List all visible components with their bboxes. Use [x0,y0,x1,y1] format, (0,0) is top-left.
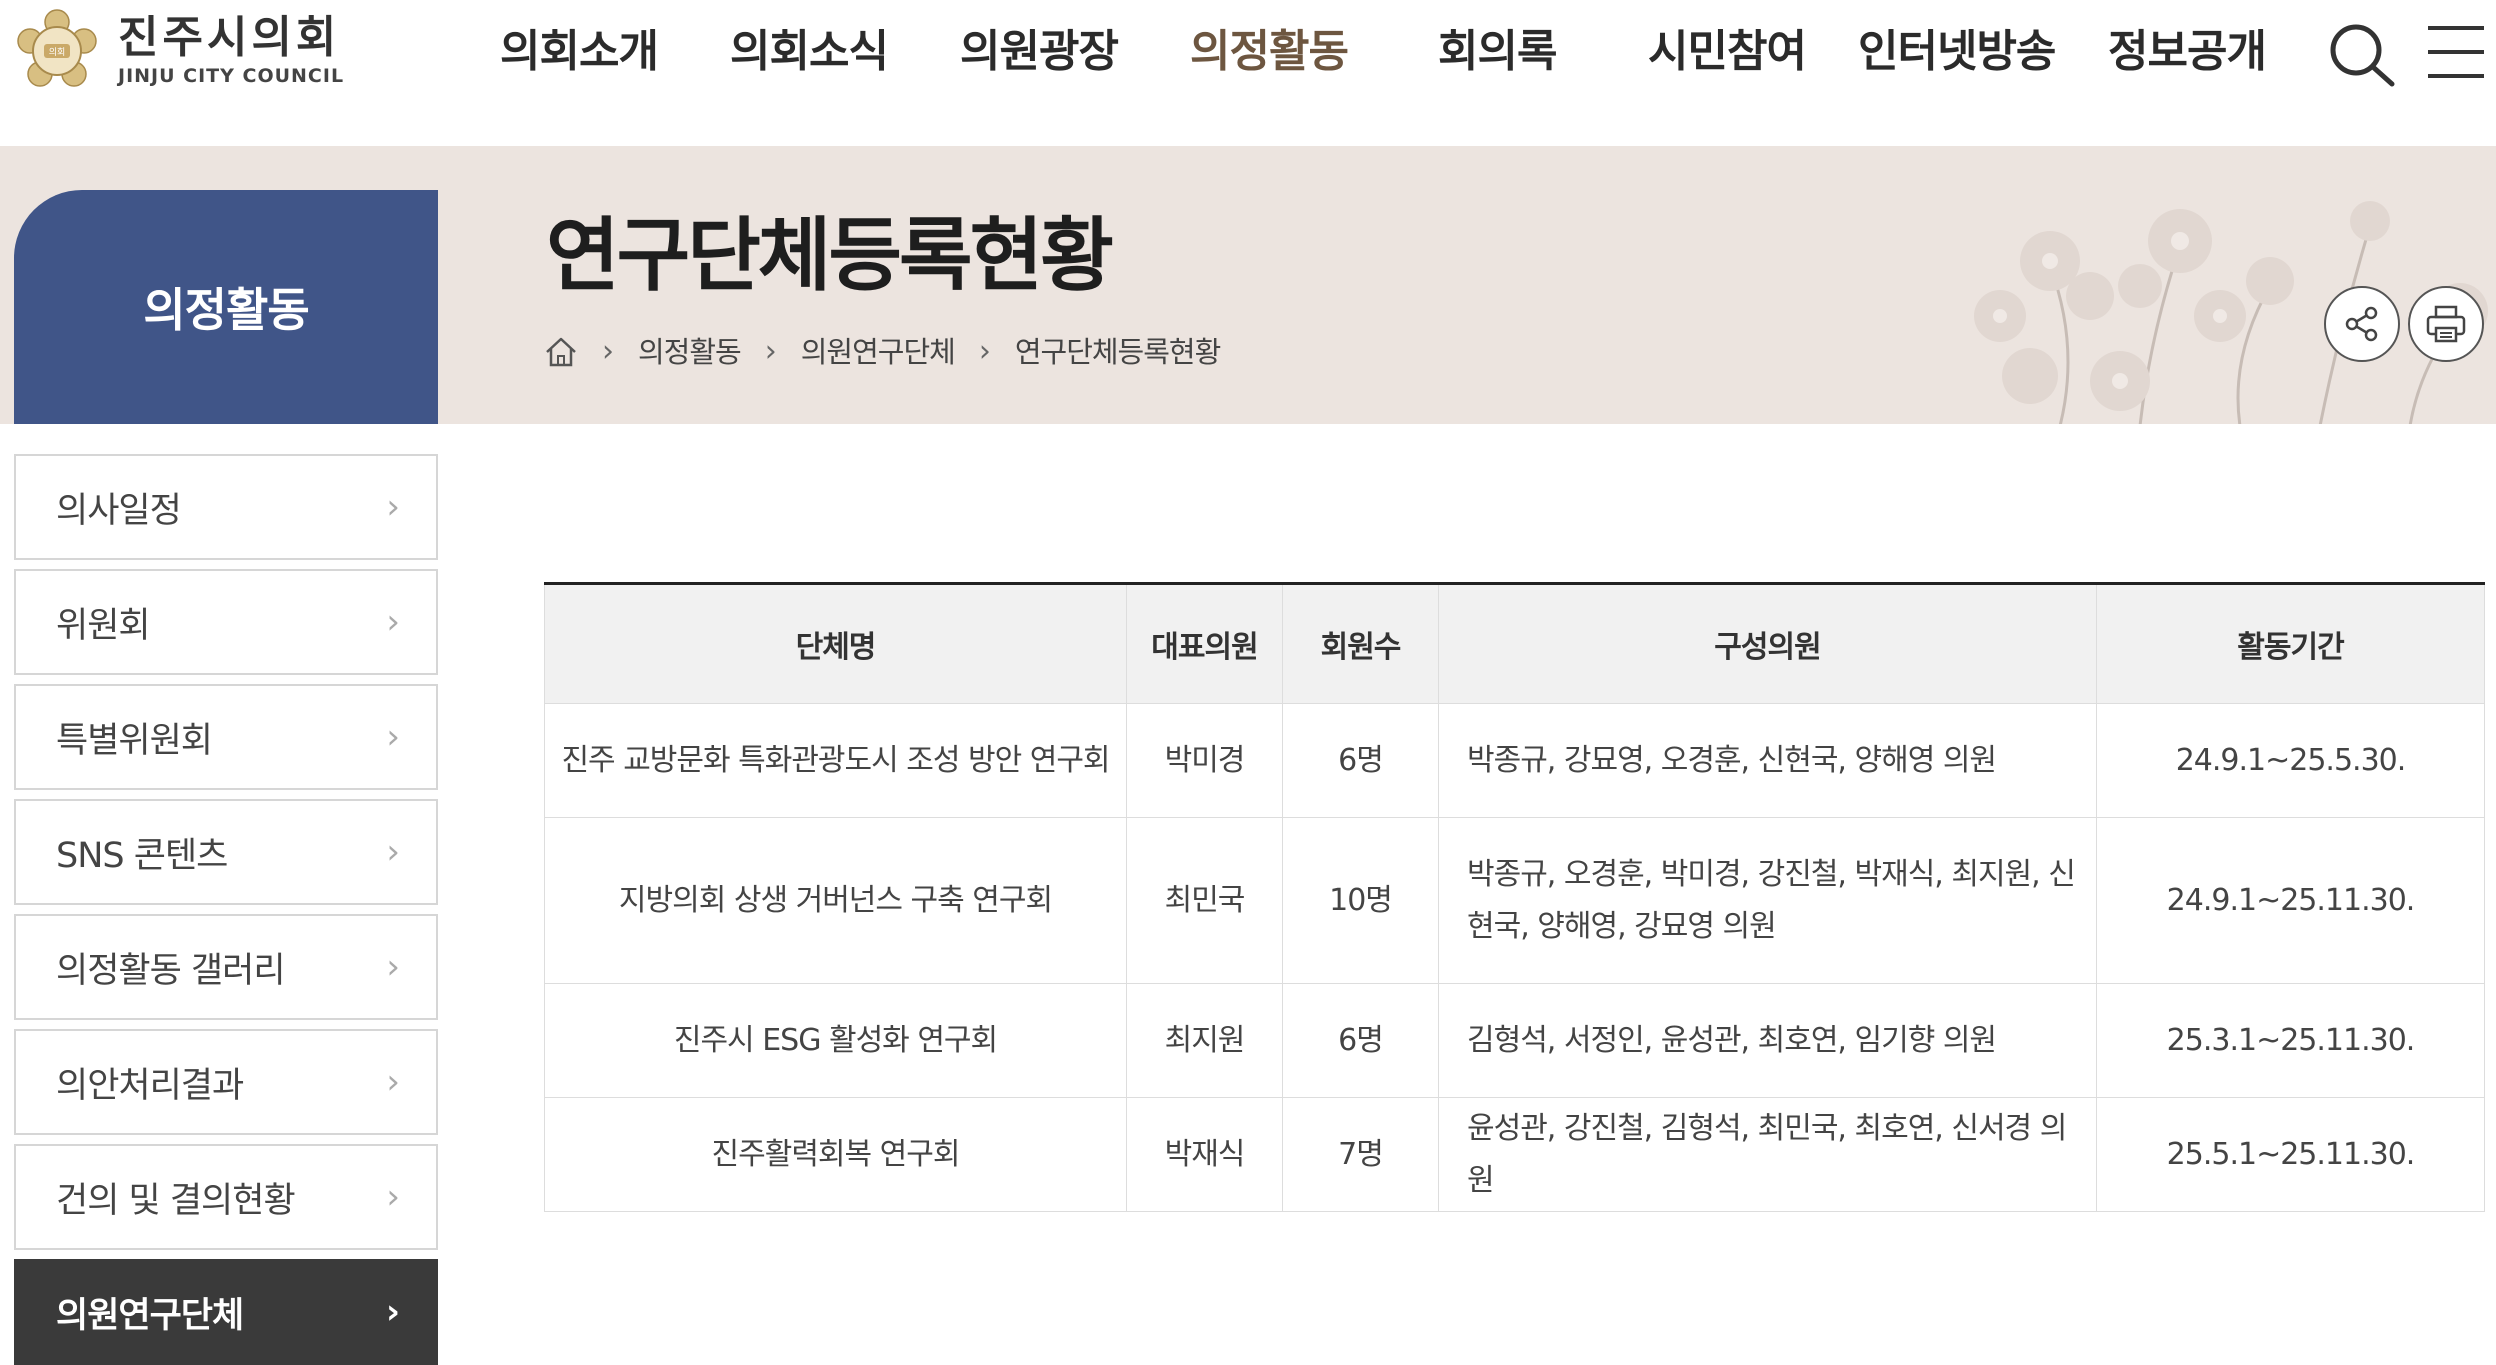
nav-item-minutes[interactable]: 회의록 [1438,20,1557,84]
council-emblem-icon: 의회 [17,9,97,87]
column-header-leader: 대표의원 [1126,583,1283,704]
table-row: 진주시 ESG 활성화 연구회 최지원 6명 김형석, 서정인, 윤성관, 최호… [544,983,2485,1098]
sidebar-title-label: 의정활동 [143,283,309,337]
column-header-member-count: 회원수 [1282,583,1439,704]
chevron-right-icon: › [978,334,991,369]
share-button[interactable] [2324,286,2400,362]
logo-subtitle: JINJU CITY COUNCIL [118,65,345,87]
cell-member-count: 7명 [1282,1097,1439,1212]
cell-period: 25.3.1~25.11.30. [2096,983,2485,1098]
logo-title: 진주시의회 [118,12,341,63]
research-group-table: 단체명 대표의원 회원수 구성의원 활동기간 진주 교방문화 특화관광도시 조성… [544,582,2485,1212]
print-button[interactable] [2408,286,2484,362]
site-header: 의회 진주시의회 JINJU CITY COUNCIL 의회소개 의회소식 의원… [0,0,2496,146]
nav-item-internet-broadcast[interactable]: 인터넷방송 [1858,20,2056,84]
cell-leader: 최지원 [1126,983,1283,1098]
sidebar-item-schedule[interactable]: 의사일정 › [14,454,438,560]
breadcrumb: › 의정활동 › 의원연구단체 › 연구단체등록현황 [544,332,1221,372]
cell-period: 24.9.1~25.5.30. [2096,703,2485,818]
cell-member-count: 6명 [1282,703,1439,818]
cell-group-name: 진주 교방문화 특화관광도시 조성 방안 연구회 [544,703,1127,818]
column-header-members: 구성의원 [1438,583,2097,704]
svg-text:의회: 의회 [49,47,66,58]
nav-item-info-disclosure[interactable]: 정보공개 [2108,20,2267,84]
sidebar-item-research-groups[interactable]: 의원연구단체 › [14,1259,438,1365]
chevron-right-icon: › [386,487,400,527]
table-row: 지방의회 상생 거버넌스 구축 연구회 최민국 10명 박종규, 오경훈, 박미… [544,817,2485,984]
sidebar-item-label: 의사일정 [56,490,182,531]
sidebar-title: 의정활동 [14,190,438,424]
breadcrumb-item-current[interactable]: 연구단체등록현황 [1015,332,1221,372]
sidebar-item-label: 위원회 [56,605,151,646]
chevron-right-icon: › [386,717,400,757]
sidebar-item-activity-gallery[interactable]: 의정활동 갤러리 › [14,914,438,1020]
nav-item-legislative-activity[interactable]: 의정활동 [1190,20,1349,84]
chevron-right-icon: › [386,832,400,872]
cell-leader: 박미경 [1126,703,1283,818]
chevron-right-icon: › [386,1177,400,1217]
flower-decoration-icon [1974,201,2488,424]
nav-item-council-news[interactable]: 의회소식 [730,20,889,84]
cell-group-name: 지방의회 상생 거버넌스 구축 연구회 [544,817,1127,984]
sidebar-item-label: 의정활동 갤러리 [56,950,286,991]
print-icon [2426,305,2466,343]
hamburger-menu-icon[interactable] [2428,22,2488,82]
table-header-row: 단체명 대표의원 회원수 구성의원 활동기간 [544,583,2485,704]
nav-item-council-intro[interactable]: 의회소개 [500,20,659,84]
cell-group-name: 진주시 ESG 활성화 연구회 [544,983,1127,1098]
chevron-right-icon: › [386,1062,400,1102]
chevron-right-icon: › [764,334,777,369]
sidebar-item-resolutions[interactable]: 건의 및 결의현황 › [14,1144,438,1250]
sidebar-item-label: 특별위원회 [56,720,213,761]
sidebar-item-label: SNS 콘텐츠 [56,835,228,876]
search-icon[interactable] [2328,22,2398,88]
sidebar-item-bill-results[interactable]: 의안처리결과 › [14,1029,438,1135]
cell-members: 박종규, 오경훈, 박미경, 강진철, 박재식, 최지원, 신현국, 양해영, … [1438,817,2097,984]
cell-member-count: 6명 [1282,983,1439,1098]
cell-period: 25.5.1~25.11.30. [2096,1097,2485,1212]
column-header-period: 활동기간 [2096,583,2485,704]
chevron-right-icon: › [386,602,400,642]
sidebar-item-label: 의원연구단체 [56,1295,244,1336]
nav-item-members-plaza[interactable]: 의원광장 [960,20,1119,84]
sidebar-item-committee[interactable]: 위원회 › [14,569,438,675]
nav-item-citizen-participation[interactable]: 시민참여 [1648,20,1807,84]
page-title: 연구단체등록현황 [546,209,1114,302]
sidebar-item-special-committee[interactable]: 특별위원회 › [14,684,438,790]
sidebar-item-label: 건의 및 결의현황 [56,1180,296,1221]
breadcrumb-item[interactable]: 의원연구단체 [801,332,956,372]
cell-leader: 최민국 [1126,817,1283,984]
chevron-right-icon: › [386,947,400,987]
cell-members: 김형석, 서정인, 윤성관, 최호연, 임기향 의원 [1438,983,2097,1098]
home-icon[interactable] [544,335,578,369]
site-logo[interactable]: 의회 진주시의회 JINJU CITY COUNCIL [14,8,344,94]
chevron-right-icon: › [385,1292,400,1332]
share-icon [2345,306,2378,342]
cell-leader: 박재식 [1126,1097,1283,1212]
table-row: 진주 교방문화 특화관광도시 조성 방안 연구회 박미경 6명 박종규, 강묘영… [544,703,2485,818]
cell-period: 24.9.1~25.11.30. [2096,817,2485,984]
cell-members: 박종규, 강묘영, 오경훈, 신현국, 양해영 의원 [1438,703,2097,818]
table-row: 진주활력회복 연구회 박재식 7명 윤성관, 강진철, 김형석, 최민국, 최호… [544,1097,2485,1212]
chevron-right-icon: › [602,334,614,369]
cell-group-name: 진주활력회복 연구회 [544,1097,1127,1212]
sidebar-item-sns-content[interactable]: SNS 콘텐츠 › [14,799,438,905]
cell-members: 윤성관, 강진철, 김형석, 최민국, 최호연, 신서경 의원 [1438,1097,2097,1212]
research-group-table-container: 단체명 대표의원 회원수 구성의원 활동기간 진주 교방문화 특화관광도시 조성… [544,582,2485,1212]
breadcrumb-item[interactable]: 의정활동 [638,332,742,372]
column-header-group-name: 단체명 [544,583,1127,704]
cell-member-count: 10명 [1282,817,1439,984]
sidebar-item-label: 의안처리결과 [56,1065,244,1106]
